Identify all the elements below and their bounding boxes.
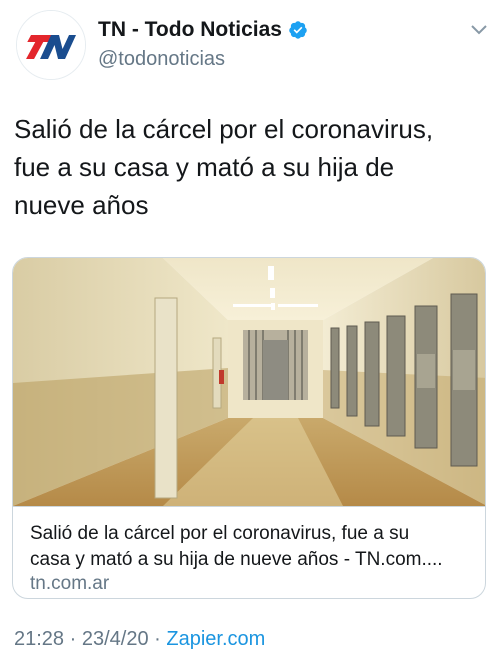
tn-logo-icon bbox=[17, 11, 85, 79]
account-name-row[interactable]: TN - Todo Noticias bbox=[98, 18, 308, 42]
link-card[interactable]: Salió de la cárcel por el coronavirus, f… bbox=[12, 257, 486, 599]
tweet-date[interactable]: 23/4/20 bbox=[82, 628, 149, 650]
tweet-text: Salió de la cárcel por el coronavirus, f… bbox=[14, 114, 434, 220]
prison-corridor-image[interactable] bbox=[13, 258, 486, 506]
meta-separator: · bbox=[64, 628, 82, 650]
card-domain: tn.com.ar bbox=[30, 573, 110, 594]
tweet-source-link[interactable]: Zapier.com bbox=[166, 628, 265, 650]
card-title[interactable]: Salió de la cárcel por el coronavirus, f… bbox=[30, 521, 472, 573]
card-body[interactable]: Salió de la cárcel por el coronavirus, f… bbox=[13, 506, 485, 598]
chevron-down-icon[interactable] bbox=[470, 24, 488, 36]
tweet-time[interactable]: 21:28 bbox=[14, 628, 64, 650]
tweet-header: TN - Todo Noticias @todonoticias bbox=[12, 8, 488, 82]
verified-badge-icon bbox=[289, 21, 307, 39]
account-name[interactable]: TN - Todo Noticias bbox=[98, 18, 282, 42]
meta-separator: · bbox=[148, 628, 167, 650]
avatar[interactable] bbox=[16, 10, 86, 80]
account-handle[interactable]: @todonoticias bbox=[98, 48, 225, 71]
tweet-meta: 21:28 · 23/4/20 · Zapier.com bbox=[14, 628, 265, 651]
